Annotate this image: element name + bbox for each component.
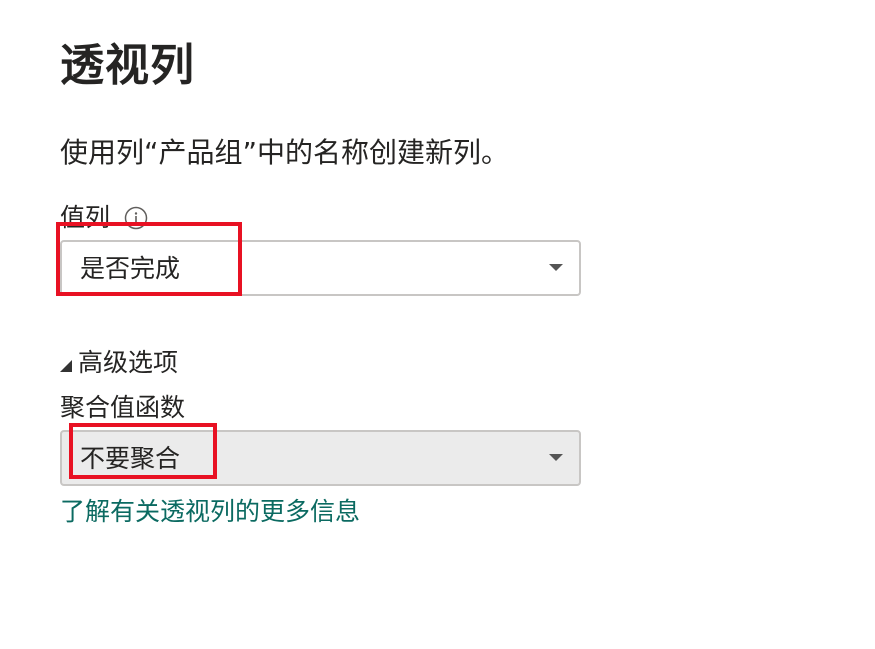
chevron-down-icon <box>549 264 563 271</box>
advanced-options-label: 高级选项 <box>78 348 179 377</box>
learn-more-link[interactable]: 了解有关透视列的更多信息 <box>60 494 360 530</box>
advanced-options-toggle[interactable]: 高级选项 <box>60 344 178 382</box>
aggregate-function-label: 聚合值函数 <box>60 393 186 422</box>
highlight-box-value-column <box>56 222 242 296</box>
dialog-description: 使用列“产品组”中的名称创建新列。 <box>60 136 510 169</box>
dialog-title: 透视列 <box>60 40 195 91</box>
expand-triangle-icon <box>60 360 72 372</box>
highlight-box-aggregate <box>69 423 217 479</box>
chevron-down-icon <box>549 454 563 461</box>
